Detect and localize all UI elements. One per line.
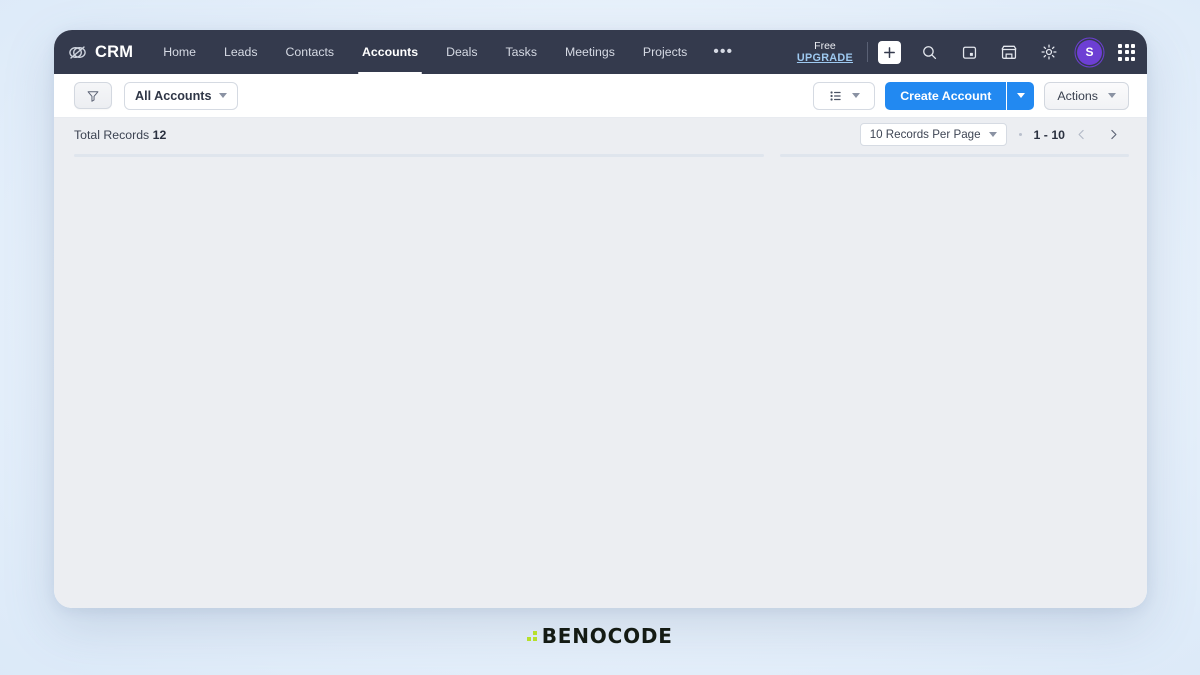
nav-item-tasks[interactable]: Tasks (492, 30, 551, 74)
pagination-previous-button[interactable] (1065, 122, 1097, 148)
actions-button[interactable]: Actions (1044, 81, 1129, 110)
logo-dots-icon (527, 631, 537, 641)
pagination-next-button[interactable] (1097, 122, 1129, 148)
nav-right-group: Free UPGRADE S (797, 30, 1135, 74)
plan-label: Free (814, 39, 836, 52)
nav-item-deals[interactable]: Deals (432, 30, 491, 74)
chevron-down-icon (851, 93, 860, 98)
view-selector-label: All Accounts (135, 88, 212, 103)
create-account-label: Create Account (885, 81, 1007, 110)
divider-right (780, 153, 1129, 157)
create-account-dropdown[interactable] (1007, 81, 1035, 110)
logo-text: BENOCODE (541, 624, 673, 648)
actions-label: Actions (1057, 88, 1098, 103)
grid-dot (1118, 43, 1122, 48)
filter-button[interactable] (74, 82, 112, 109)
top-navigation-bar: CRM Home Leads Contacts Accounts Deals T… (54, 30, 1147, 74)
grid-dot (1118, 56, 1122, 61)
pagination-range: 1 - 10 (1033, 127, 1065, 142)
toolbar-right-group: Create Account Actions (813, 81, 1129, 110)
avatar[interactable]: S (1077, 39, 1102, 65)
view-selector[interactable]: All Accounts (124, 81, 238, 110)
total-records: Total Records 12 (74, 128, 166, 142)
brand-name: CRM (95, 42, 134, 61)
grid-dot (1131, 43, 1135, 48)
module-toolbar: All Accounts Create Account Actions (54, 74, 1147, 118)
chevron-down-icon (988, 132, 997, 137)
pagination-group: 10 Records Per Page 1 - 10 (859, 122, 1129, 148)
grid-dot (1124, 56, 1129, 61)
plus-icon (884, 46, 895, 58)
total-records-label: Total Records (74, 127, 150, 142)
chevron-right-icon (1110, 129, 1116, 140)
funnel-icon (87, 90, 99, 102)
records-per-page-label: 10 Records Per Page (869, 128, 981, 141)
search-button[interactable] (917, 40, 941, 64)
divider-left (74, 153, 764, 157)
chevron-left-icon (1078, 129, 1084, 140)
list-header-dividers (54, 151, 1147, 159)
grid-dot (1131, 56, 1135, 61)
nav-item-meetings[interactable]: Meetings (551, 30, 629, 74)
records-bar: Total Records 12 10 Records Per Page 1 -… (54, 118, 1147, 151)
records-per-page-select[interactable]: 10 Records Per Page (859, 123, 1007, 146)
logo-dot (532, 631, 537, 636)
total-records-count: 12 (152, 127, 167, 142)
nav-item-home[interactable]: Home (149, 30, 210, 74)
chevron-down-icon (1016, 93, 1025, 98)
nav-item-more[interactable]: ••• (701, 30, 745, 74)
logo-dot (527, 631, 531, 635)
chevron-down-icon (1108, 93, 1116, 98)
nav-divider (867, 42, 868, 62)
grid-dot (1124, 43, 1129, 48)
grid-dot (1118, 50, 1122, 54)
calendar-icon (962, 46, 976, 59)
app-grid-icon[interactable] (1118, 43, 1135, 61)
nav-items: Home Leads Contacts Accounts Deals Tasks… (149, 30, 745, 74)
linked-rings-icon (69, 45, 86, 59)
nav-item-accounts[interactable]: Accounts (348, 30, 432, 74)
create-account-button[interactable]: Create Account (885, 81, 1035, 110)
settings-button[interactable] (1037, 40, 1061, 64)
calendar-button[interactable] (957, 40, 981, 64)
app-window: CRM Home Leads Contacts Accounts Deals T… (54, 30, 1147, 608)
list-view-icon (830, 90, 841, 101)
logo-dot (527, 636, 532, 641)
nav-item-leads[interactable]: Leads (210, 30, 272, 74)
grid-dot (1131, 50, 1135, 54)
search-icon (922, 45, 936, 59)
chevron-down-icon (218, 93, 227, 98)
gear-icon (1041, 44, 1057, 60)
upgrade-link[interactable]: UPGRADE (797, 52, 853, 64)
pagination-dot (1018, 133, 1022, 136)
records-list-area (54, 151, 1147, 608)
marketplace-button[interactable] (997, 40, 1021, 64)
marketplace-icon (1001, 45, 1017, 59)
nav-item-contacts[interactable]: Contacts (272, 30, 349, 74)
logo-dot (532, 636, 537, 641)
upgrade-badge[interactable]: Free UPGRADE (797, 40, 865, 64)
footer-logo: BENOCODE (0, 624, 1200, 648)
list-view-button[interactable] (813, 81, 876, 110)
brand-logo[interactable]: CRM (68, 43, 133, 62)
grid-dot (1124, 50, 1129, 54)
add-button[interactable] (878, 40, 901, 64)
nav-item-projects[interactable]: Projects (629, 30, 701, 74)
